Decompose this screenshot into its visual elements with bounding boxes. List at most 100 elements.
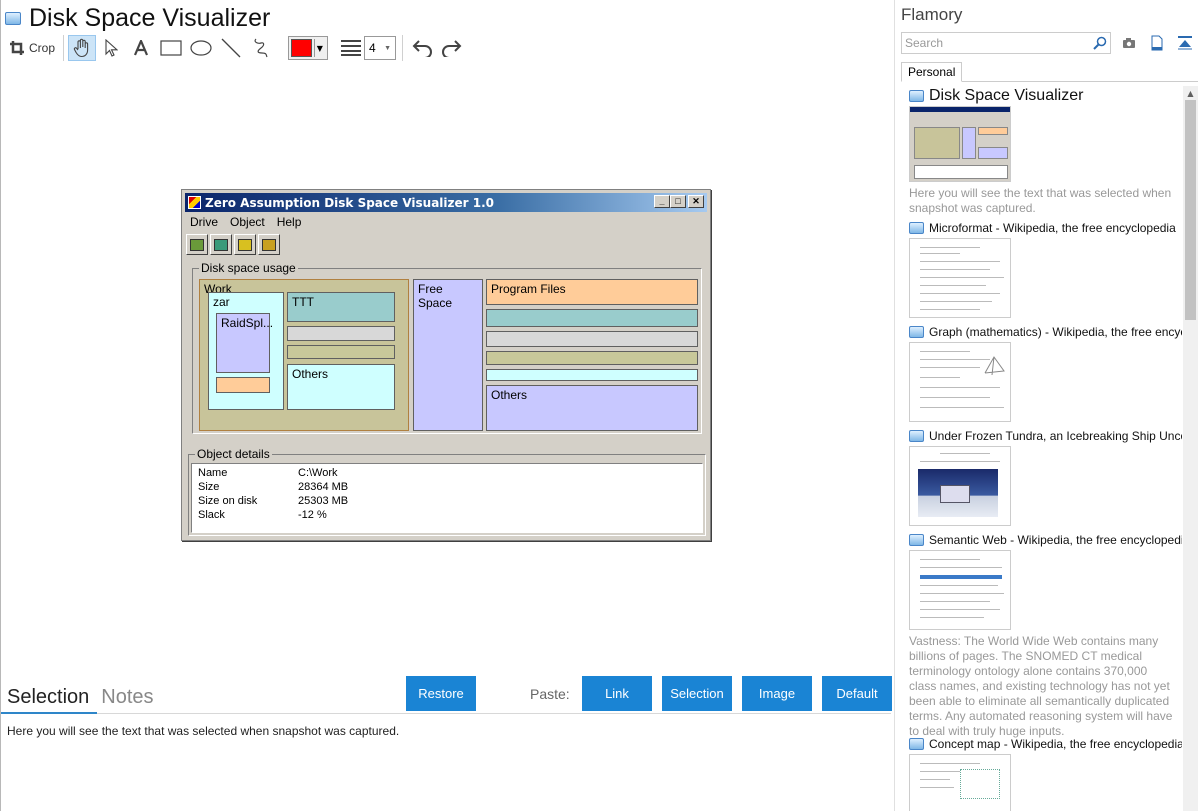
item-description: Here you will see the text that was sele…: [909, 186, 1172, 215]
scroll-up-icon[interactable]: ▲: [1183, 86, 1198, 100]
list-item[interactable]: Microformat - Wikipedia, the free encycl…: [909, 220, 1182, 318]
block-small-orange: [216, 377, 270, 393]
color-swatch: [291, 39, 312, 57]
crop-icon: [10, 41, 24, 55]
line-width-button[interactable]: [338, 35, 364, 61]
item-description: Vastness: The World Wide Web contains ma…: [909, 634, 1173, 738]
paste-image-button[interactable]: Image: [742, 676, 812, 711]
toolbar-separator: [402, 35, 404, 61]
minimize-icon: _: [654, 195, 670, 208]
item-header: Semantic Web - Wikipedia, the free encyc…: [909, 532, 1182, 548]
brand-name: Flamory: [901, 5, 963, 24]
block-light-gray: [486, 331, 698, 347]
ellipse-tool-button[interactable]: [186, 35, 216, 61]
scroll-thumb[interactable]: [1185, 100, 1196, 320]
search-box[interactable]: Search: [901, 32, 1111, 54]
thumbnail: [909, 106, 1011, 182]
crop-button[interactable]: Crop: [5, 35, 59, 61]
menu-help: Help: [276, 215, 302, 229]
block-ttt: TTT: [287, 292, 395, 322]
block-olive: [287, 345, 395, 359]
detail-row: Size on disk 25303 MB: [198, 495, 349, 507]
snapshot-titlebar: Zero Assumption Disk Space Visualizer 1.…: [185, 193, 707, 212]
restore-button[interactable]: Restore: [406, 676, 476, 711]
list-item[interactable]: Concept map - Wikipedia, the free encycl…: [909, 736, 1182, 811]
block-teal: [486, 309, 698, 327]
text-icon: [134, 40, 149, 56]
line-width-select[interactable]: 4 ▼: [364, 36, 397, 60]
maximize-icon: □: [670, 195, 686, 208]
block-gray: [287, 326, 395, 341]
search-input[interactable]: Search: [905, 36, 1090, 50]
tab-personal[interactable]: Personal: [901, 62, 963, 82]
block-cyan-thin: [486, 369, 698, 381]
snapshot-image[interactable]: Zero Assumption Disk Space Visualizer 1.…: [181, 189, 711, 541]
snapshot-toolbar: [186, 234, 280, 255]
item-header: Concept map - Wikipedia, the free encycl…: [909, 736, 1182, 752]
thumbnail: [909, 446, 1011, 526]
snapshot-menubar: Drive Object Help: [190, 215, 301, 229]
redo-button[interactable]: [437, 35, 467, 61]
snapshot-icon: [909, 326, 924, 338]
annotation-toolbar: Crop ▼ 4 ▼: [5, 34, 467, 62]
thumbnail: [909, 550, 1011, 630]
list-item[interactable]: Under Frozen Tundra, an Icebreaking Ship…: [909, 428, 1182, 526]
snapshot-icon: [5, 11, 21, 25]
snapshot-icon: [909, 222, 924, 234]
paste-label: Paste:: [530, 686, 570, 702]
bottom-tabs: Selection Notes: [7, 683, 154, 711]
sidebar: Flamory Search Personal Disk Space Visua…: [895, 0, 1198, 811]
group-label: Disk space usage: [199, 261, 298, 275]
search-icon[interactable]: [1090, 33, 1110, 53]
page-title: Disk Space Visualizer: [29, 3, 271, 32]
scrollbar[interactable]: ▲: [1183, 86, 1198, 811]
tab-selection[interactable]: Selection: [7, 686, 89, 711]
thumbnail: [909, 238, 1011, 318]
item-header: Under Frozen Tundra, an Icebreaking Ship…: [909, 428, 1182, 444]
text-tool-button[interactable]: [126, 35, 156, 61]
block-free-space: Free Space: [413, 279, 483, 431]
app-window: Disk Space Visualizer Crop ▼ 4 ▼ Zero As…: [0, 0, 1198, 811]
freehand-tool-button[interactable]: [246, 35, 276, 61]
paste-link-button[interactable]: Link: [582, 676, 652, 711]
tab-divider: [1, 713, 891, 714]
disk-usage-group: Disk space usage Work zar RaidSpl... TTT…: [192, 261, 702, 434]
ellipse-icon: [190, 40, 212, 56]
undo-button[interactable]: [407, 35, 437, 61]
rectangle-tool-button[interactable]: [156, 35, 186, 61]
detail-row: Size 28364 MB: [198, 481, 349, 493]
selection-text[interactable]: Here you will see the text that was sele…: [7, 724, 399, 738]
chevron-down-icon: ▼: [313, 39, 325, 57]
paste-selection-button[interactable]: Selection: [662, 676, 732, 711]
rectangle-icon: [160, 40, 182, 56]
sidebar-actions: [1119, 34, 1195, 52]
item-header: Disk Space Visualizer: [909, 88, 1182, 104]
detail-row: Slack -12 %: [198, 509, 327, 521]
document-icon[interactable]: [1147, 34, 1167, 52]
hand-tool-button[interactable]: [68, 35, 97, 61]
list-item[interactable]: Disk Space Visualizer Here you will see …: [909, 88, 1182, 216]
list-item[interactable]: Semantic Web - Wikipedia, the free encyc…: [909, 532, 1182, 739]
collapse-icon[interactable]: [1175, 34, 1195, 52]
snapshot-icon: [909, 738, 924, 750]
redo-icon: [442, 40, 462, 57]
menu-object: Object: [230, 215, 265, 229]
item-title: Semantic Web - Wikipedia, the free encyc…: [929, 533, 1182, 547]
camera-icon[interactable]: [1119, 34, 1139, 52]
hand-icon: [73, 38, 89, 58]
list-item[interactable]: Graph (mathematics) - Wikipedia, the fre…: [909, 324, 1182, 422]
paste-default-button[interactable]: Default: [822, 676, 892, 711]
color-picker[interactable]: ▼: [288, 36, 329, 60]
close-icon: ✕: [688, 195, 704, 208]
editor-pane: Disk Space Visualizer Crop ▼ 4 ▼ Zero As…: [0, 0, 894, 811]
tab-notes[interactable]: Notes: [101, 686, 153, 711]
pointer-tool-button[interactable]: [96, 35, 126, 61]
block-others-left: Others: [287, 364, 395, 410]
block-olive-right: [486, 351, 698, 365]
toolbar-separator: [63, 35, 65, 61]
line-tool-button[interactable]: [216, 35, 246, 61]
menu-drive: Drive: [190, 215, 219, 229]
group-label: Object details: [195, 447, 272, 461]
item-header: Microformat - Wikipedia, the free encycl…: [909, 220, 1182, 236]
thumbnail: [909, 342, 1011, 422]
